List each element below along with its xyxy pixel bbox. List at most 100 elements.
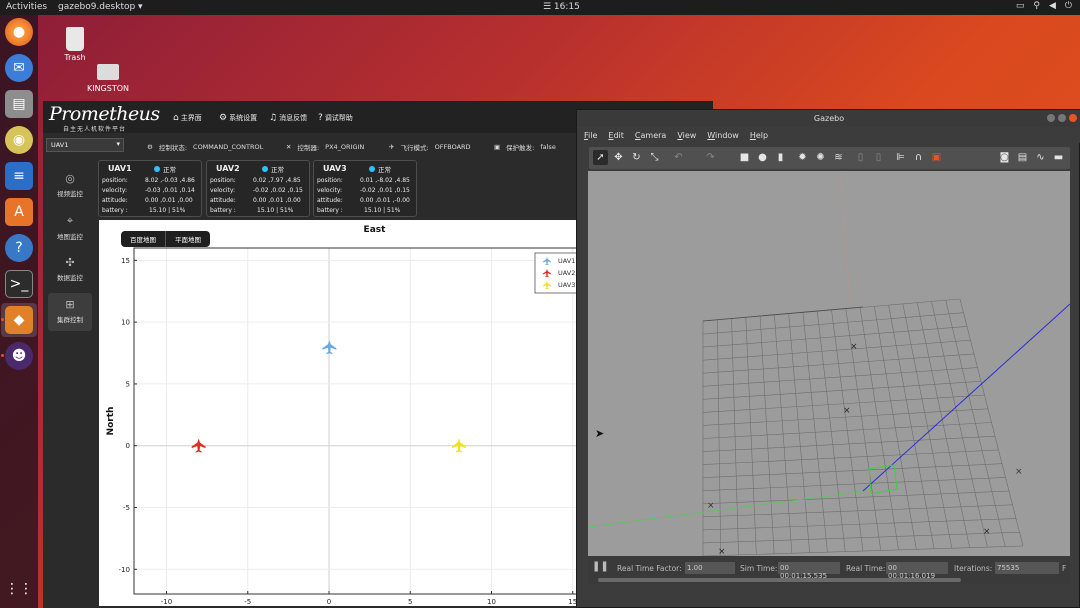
point-light-icon[interactable]: ✹ <box>795 150 810 165</box>
firefox-icon[interactable]: ● <box>5 18 33 46</box>
show-applications-icon[interactable]: ⋮⋮ <box>5 575 33 603</box>
thunderbird-icon[interactable]: ✉ <box>5 54 33 82</box>
align-icon[interactable]: ⊫ <box>893 150 908 165</box>
window-title: Gazebo <box>813 114 845 123</box>
flight-mode: ✈ 飞行模式: OFFBOARD <box>389 143 471 152</box>
protect-state: ▣ 保护触发: false <box>494 143 556 152</box>
plot-icon[interactable]: ∿ <box>1033 150 1048 165</box>
drone-model-icon[interactable]: ⨯ <box>707 501 715 511</box>
status-dot-icon <box>369 166 375 172</box>
gazebo-3d-viewport[interactable]: ⨯ ⨯ ⨯ ⨯ ⨯ ⨯ <box>588 171 1070 556</box>
redo-icon[interactable]: ↷ <box>703 150 718 165</box>
grid-line <box>945 300 1006 547</box>
mouse-cursor-icon: ➤ <box>595 427 605 440</box>
drone-model-icon[interactable]: ⨯ <box>843 406 851 416</box>
copy-icon[interactable]: ▯ <box>853 150 868 165</box>
drone-model-icon[interactable]: ⨯ <box>1015 467 1023 477</box>
logo-subtitle: 自主无人机软件平台 <box>63 126 127 133</box>
grid-line <box>702 490 1010 505</box>
chevron-down-icon: ▾ <box>116 140 120 148</box>
uav-battery: 15.10 | 51% <box>364 207 401 214</box>
scale-mode-icon[interactable]: ⤡ <box>647 150 662 165</box>
uav-select[interactable]: UAV1 ▾ <box>46 138 124 152</box>
y-tick-label: 5 <box>126 380 130 388</box>
terminal-icon[interactable]: >_ <box>5 270 33 298</box>
software-center-icon[interactable]: A <box>5 198 33 226</box>
gazebo-window: Gazebo File Edit Camera View Window Help… <box>576 109 1080 608</box>
menu-feedback[interactable]: ♫ 消息反馈 <box>269 113 307 123</box>
uav-card: UAV1 正常 position: 8.02 ,-0.03 ,4.86 veloc… <box>98 160 202 217</box>
translate-mode-icon[interactable]: ✥ <box>611 150 626 165</box>
directional-light-icon[interactable]: ≋ <box>831 150 846 165</box>
sidebar-item-video[interactable]: ◎ 视频监控 <box>48 167 92 205</box>
menu-main[interactable]: ⌂ 主界面 <box>173 113 202 123</box>
gazebo-icon[interactable]: ◆ <box>5 306 33 334</box>
undo-icon[interactable]: ↶ <box>671 150 686 165</box>
tab-plane-map[interactable]: 平面地图 <box>166 231 210 247</box>
menu-help[interactable]: Help <box>750 131 768 140</box>
select-mode-icon[interactable]: ➚ <box>593 150 608 165</box>
snap-icon[interactable]: ∩ <box>911 150 926 165</box>
system-tray[interactable]: ▭ ⚲ ◀ ⏻ <box>1016 1 1072 11</box>
uav-status: 正常 <box>154 164 176 174</box>
log-icon[interactable]: ▤ <box>1015 150 1030 165</box>
uav-attitude: 0.00 ,0.01 ,0.00 <box>253 197 301 204</box>
spot-light-icon[interactable]: ✺ <box>813 150 828 165</box>
screenshot-icon[interactable]: ◙ <box>997 150 1012 165</box>
clock[interactable]: ☰ 16:15 <box>543 2 580 12</box>
cylinder-shape-icon[interactable]: ▮ <box>773 150 788 165</box>
box-shape-icon[interactable]: ■ <box>737 150 752 165</box>
drone-model-icon[interactable]: ⨯ <box>850 342 858 352</box>
close-icon[interactable] <box>1069 114 1077 122</box>
y-axis-line <box>588 490 869 528</box>
menu-settings[interactable]: ⚙ 系统设置 <box>219 113 257 123</box>
paste-icon[interactable]: ▯ <box>871 150 886 165</box>
horizontal-scrollbar[interactable] <box>598 578 961 582</box>
menu-camera[interactable]: Camera <box>635 131 666 140</box>
prometheus-icon[interactable]: ☻ <box>5 342 33 370</box>
sphere-shape-icon[interactable]: ● <box>755 150 770 165</box>
iterations: 75535 <box>995 562 1059 574</box>
map-pin-icon: ⌖ <box>66 214 74 227</box>
pause-icon[interactable]: ❚❚ <box>592 561 609 572</box>
app-menu[interactable]: gazebo9.desktop ▾ <box>58 2 143 12</box>
sidebar-item-data[interactable]: ✣ 数据监控 <box>48 251 92 289</box>
uav-position: 8.02 ,-0.03 ,4.86 <box>145 177 195 184</box>
activities-button[interactable]: Activities <box>6 2 47 12</box>
files-icon[interactable]: ▤ <box>5 90 33 118</box>
menu-view[interactable]: View <box>677 131 696 140</box>
help-circle-icon: ? <box>318 113 323 123</box>
minimize-icon[interactable] <box>1047 114 1055 122</box>
volume-icon: ◀ <box>1048 1 1056 11</box>
drone-model-icon[interactable]: ⨯ <box>718 547 726 556</box>
drive-icon <box>97 64 119 80</box>
grid-line <box>916 302 970 548</box>
power-icon: ⏻ <box>1064 1 1072 11</box>
video-record-icon[interactable]: ▬ <box>1051 150 1066 165</box>
desktop-icon-kingston[interactable]: KINGSTON <box>78 64 138 93</box>
rotate-mode-icon[interactable]: ↻ <box>629 150 644 165</box>
desktop-icon-trash[interactable]: Trash <box>45 27 105 62</box>
change-view-icon[interactable]: ▣ <box>929 150 944 165</box>
y-tick-label: 0 <box>126 442 130 450</box>
grid-line <box>702 518 1017 531</box>
menu-help[interactable]: ? 调试帮助 <box>318 113 353 123</box>
sidebar-item-map[interactable]: ⌖ 地图监控 <box>48 209 92 247</box>
uav-velocity: -0.03 ,0.01 ,0.14 <box>145 187 195 194</box>
rhythmbox-icon[interactable]: ◉ <box>5 126 33 154</box>
uav-position-plot[interactable]: -10 -5 0 5 10 15151050-5-10EastNorthUAV1UAV2U… <box>99 220 589 606</box>
drone-model-icon[interactable]: ⨯ <box>983 527 991 537</box>
menu-edit[interactable]: Edit <box>608 131 624 140</box>
maximize-icon[interactable] <box>1058 114 1066 122</box>
sidebar-item-swarm[interactable]: ⊞ 集群控制 <box>48 293 92 331</box>
menu-file[interactable]: File <box>584 131 597 140</box>
x-tick-label: 5 <box>408 598 412 606</box>
map-panel: -10 -5 0 5 10 15 15 10 5 0 -5 -10 East North UAV1 UAV2 U… <box>99 220 589 606</box>
dock: ● ✉ ▤ ◉ ≡ A ? >_ ◆ ☻ ⋮⋮ <box>0 15 38 608</box>
tab-baidu-map[interactable]: 百度地图 <box>121 231 166 247</box>
menu-window[interactable]: Window <box>707 131 739 140</box>
y-axis-label: North <box>106 407 116 436</box>
writer-icon[interactable]: ≡ <box>5 162 33 190</box>
uav-attitude: 0.00 ,0.01 ,0.00 <box>145 197 193 204</box>
help-icon[interactable]: ? <box>5 234 33 262</box>
